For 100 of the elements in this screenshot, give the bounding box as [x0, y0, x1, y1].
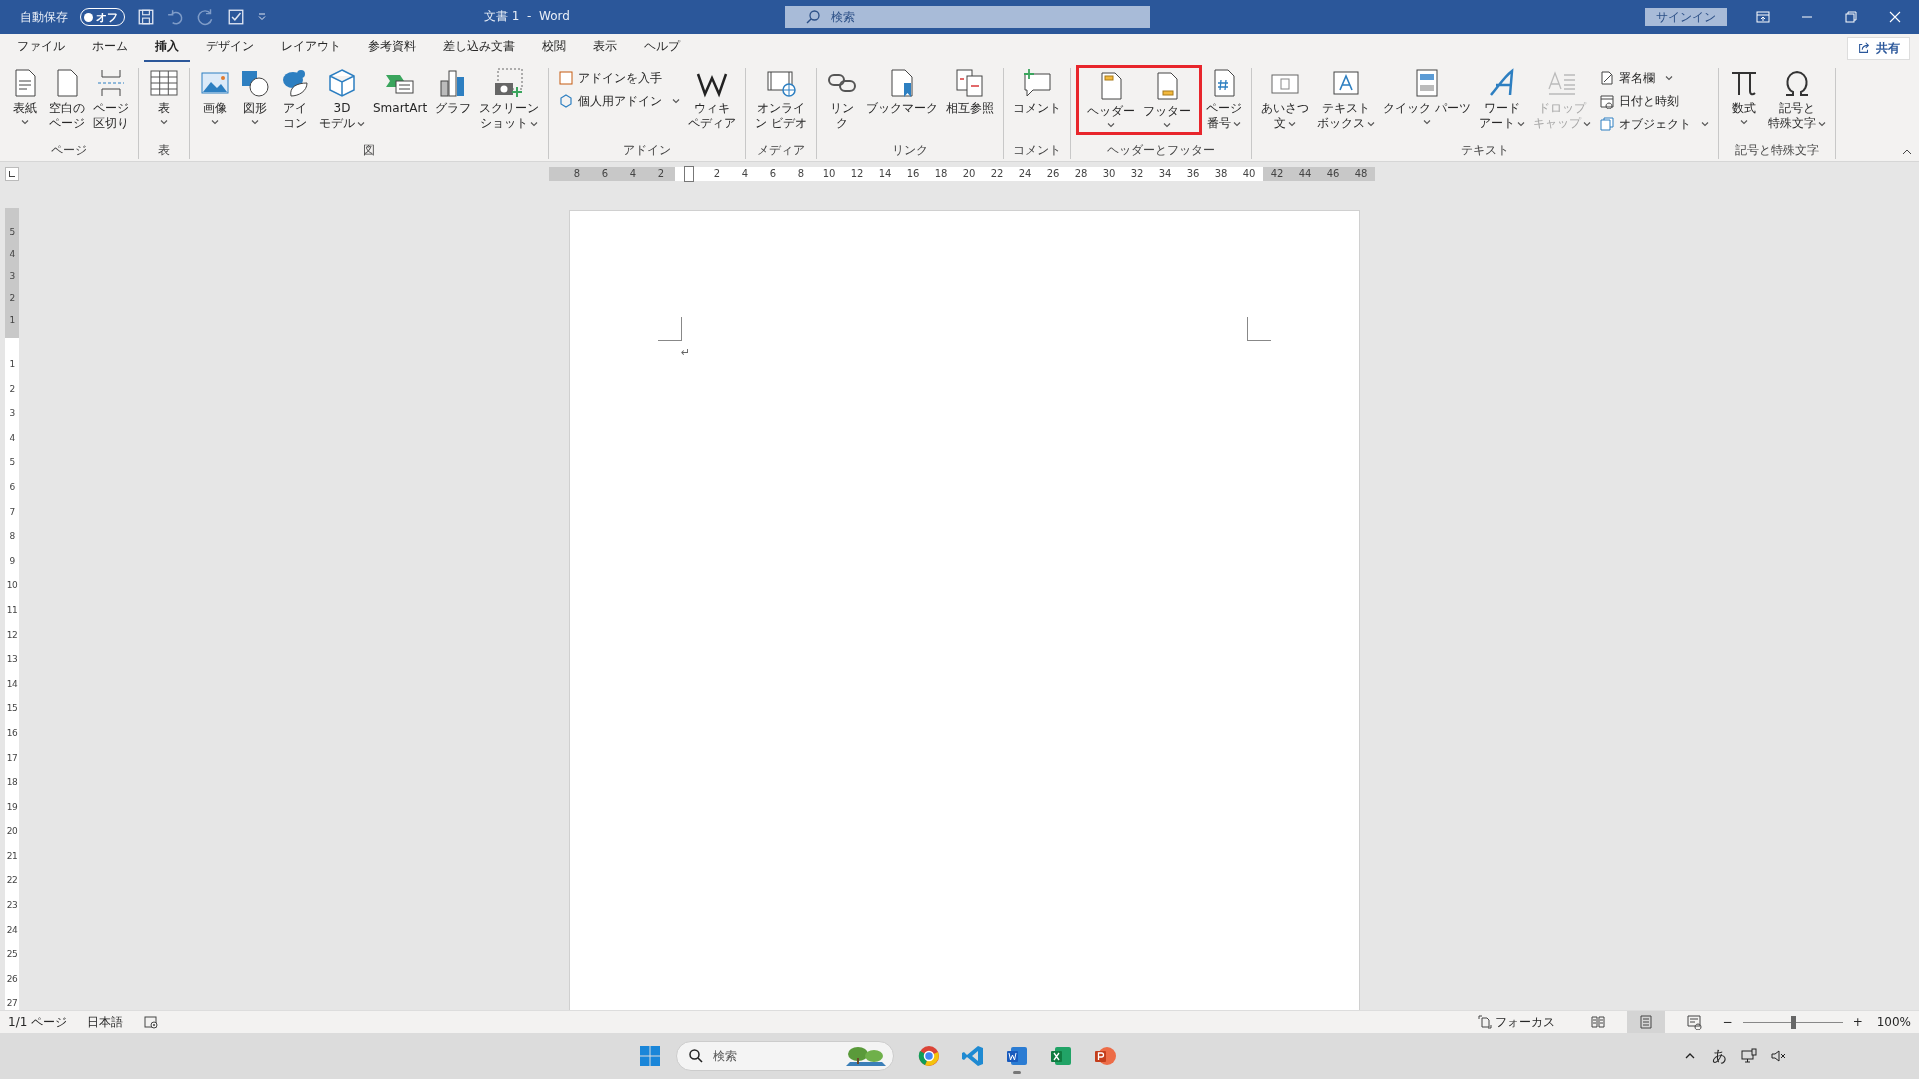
ruler-number: 8 [796, 167, 806, 181]
ruler-number: 23 [5, 899, 19, 913]
zoom-out-button[interactable]: − [1722, 1015, 1733, 1029]
ruler-number: 26 [5, 972, 19, 986]
ribbon-button[interactable]: アイ コン [275, 65, 315, 133]
ribbon-button[interactable]: ヘッダー [1076, 65, 1139, 135]
ruler-number: 10 [5, 579, 19, 593]
ribbon-tab[interactable]: 校閲 [531, 34, 577, 62]
ribbon-button[interactable]: フッター [1139, 65, 1202, 135]
ribbon-small-button[interactable]: オブジェクト [1594, 113, 1713, 135]
restore-icon[interactable] [1843, 9, 1859, 25]
zoom-level[interactable]: 100% [1876, 1015, 1911, 1029]
ribbon-button[interactable]: 表 [144, 65, 184, 127]
group-label: メディア [756, 142, 807, 159]
indent-marker[interactable] [684, 166, 694, 182]
ribbon-button[interactable]: スクリーン ショット [475, 65, 544, 133]
ribbon-tab[interactable]: 参考資料 [357, 34, 427, 62]
ribbon-tab[interactable]: ファイル [6, 34, 76, 62]
ribbon-tab[interactable]: ホーム [81, 34, 139, 62]
ribbon-button[interactable]: 表紙 [5, 65, 45, 127]
taskbar-search-field[interactable]: 検索 [676, 1041, 894, 1071]
focus-button[interactable]: フォーカス [1476, 1013, 1555, 1031]
redo-icon[interactable] [197, 8, 215, 26]
document-page[interactable]: ↵ [569, 210, 1360, 1010]
ribbon-button[interactable]: 数式 [1723, 65, 1764, 127]
grid-plus-icon [558, 70, 575, 86]
ribbon-button[interactable]: 記号と 特殊文字 [1763, 65, 1830, 133]
page-count[interactable]: 1/1 ページ [8, 1013, 68, 1031]
search-field[interactable]: 検索 [785, 6, 1150, 28]
group-label: テキスト [1459, 142, 1510, 159]
ribbon-button[interactable]: 画像 [195, 65, 235, 127]
ribbon-button[interactable]: オンライ ン ビデオ [751, 65, 811, 133]
ribbon-button[interactable]: ウィキ ペディア [684, 65, 741, 133]
tab-selector[interactable] [5, 167, 19, 181]
ribbon-button[interactable]: 3D モデル [315, 65, 369, 133]
zoom-in-button[interactable]: + [1852, 1015, 1863, 1029]
ruler-number: 32 [1129, 167, 1145, 181]
ribbon-button[interactable]: 空白の ページ [45, 65, 89, 133]
ruler-number: 25 [5, 948, 19, 962]
ruler-number: 21 [5, 849, 19, 863]
save-icon[interactable] [137, 8, 155, 26]
network-icon[interactable] [1741, 1048, 1757, 1064]
customize-caret-icon[interactable] [257, 12, 267, 22]
camera-icon [493, 67, 526, 99]
ribbon-tab[interactable]: 差し込み文書 [432, 34, 526, 62]
speaker-muted-icon[interactable] [1771, 1048, 1787, 1064]
ribbon-button[interactable]: テキスト ボックス [1313, 65, 1379, 133]
ruler-number: 38 [1213, 167, 1229, 181]
margin-corner-mark [1247, 317, 1271, 341]
accessibility-icon[interactable] [143, 1014, 160, 1030]
ruler-number: 4 [8, 248, 16, 261]
ruler-number: 4 [619, 167, 647, 181]
comment-icon [1021, 67, 1053, 99]
undo-icon[interactable] [167, 8, 185, 26]
object-icon [1598, 116, 1615, 132]
ribbon-button[interactable]: ページ 区切り [89, 65, 133, 133]
ruler-number: 44 [1291, 167, 1319, 181]
ribbon-button[interactable]: ブックマーク [862, 65, 942, 118]
ribbon-button[interactable]: クイック パーツ [1379, 65, 1475, 127]
ruler-number: 7 [8, 505, 16, 519]
ribbon-button[interactable]: コメント [1009, 65, 1065, 118]
ruler-number: 18 [5, 776, 19, 790]
ruler-number: 30 [1101, 167, 1117, 181]
ribbon-button[interactable]: 相互参照 [942, 65, 998, 118]
ruler-number: 2 [8, 292, 16, 305]
paragraph-mark: ↵ [681, 346, 691, 359]
ime-indicator[interactable]: あ [1712, 1046, 1727, 1066]
ribbon-button[interactable]: グラフ [431, 65, 476, 118]
ribbon-button[interactable]: リン ク [822, 65, 862, 133]
ribbon-button[interactable]: ワード アート [1474, 65, 1529, 133]
ribbon-tab[interactable]: レイアウト [270, 34, 352, 62]
ribbon-tab[interactable]: デザイン [195, 34, 265, 62]
autosave-toggle[interactable]: オフ [80, 8, 125, 26]
share-button[interactable]: 共有 [1847, 36, 1910, 60]
ribbon-small-button[interactable]: アドインを入手 [554, 67, 685, 89]
ribbon-button[interactable]: ページ 番号 [1202, 65, 1246, 133]
ribbon-tab[interactable]: ヘルプ [633, 34, 691, 62]
ribbon-display-icon[interactable] [1755, 9, 1771, 25]
ribbon-button[interactable]: 図形 [235, 65, 275, 127]
ribbon-button[interactable]: あいさつ 文 [1257, 65, 1313, 133]
ruler-number: 3 [8, 407, 16, 421]
ribbon-tab[interactable]: 表示 [582, 34, 628, 62]
ruler-number: 20 [961, 167, 977, 181]
share-icon [1857, 41, 1871, 55]
ruler-number: 10 [821, 167, 837, 181]
ribbon-small-button[interactable]: 個人用アドイン [554, 90, 685, 112]
ruler-number: 46 [1319, 167, 1347, 181]
ruler-number: 18 [933, 167, 949, 181]
ruler-number: 4 [740, 167, 750, 181]
signin-button[interactable]: サインイン [1645, 8, 1727, 26]
language-indicator[interactable]: 日本語 [87, 1013, 124, 1031]
ribbon-small-button[interactable]: 日付と時刻 [1594, 90, 1713, 112]
ribbon-small-button[interactable]: 署名欄 [1594, 67, 1713, 89]
excel-icon [1049, 1044, 1073, 1068]
start-icon[interactable] [638, 1044, 662, 1068]
view-mode-button[interactable] [1626, 1011, 1665, 1033]
ribbon-button[interactable]: SmartArt [369, 65, 432, 118]
close-icon[interactable] [1887, 9, 1903, 25]
checkbox-icon[interactable] [227, 8, 245, 26]
ruler-number: 5 [8, 456, 16, 470]
